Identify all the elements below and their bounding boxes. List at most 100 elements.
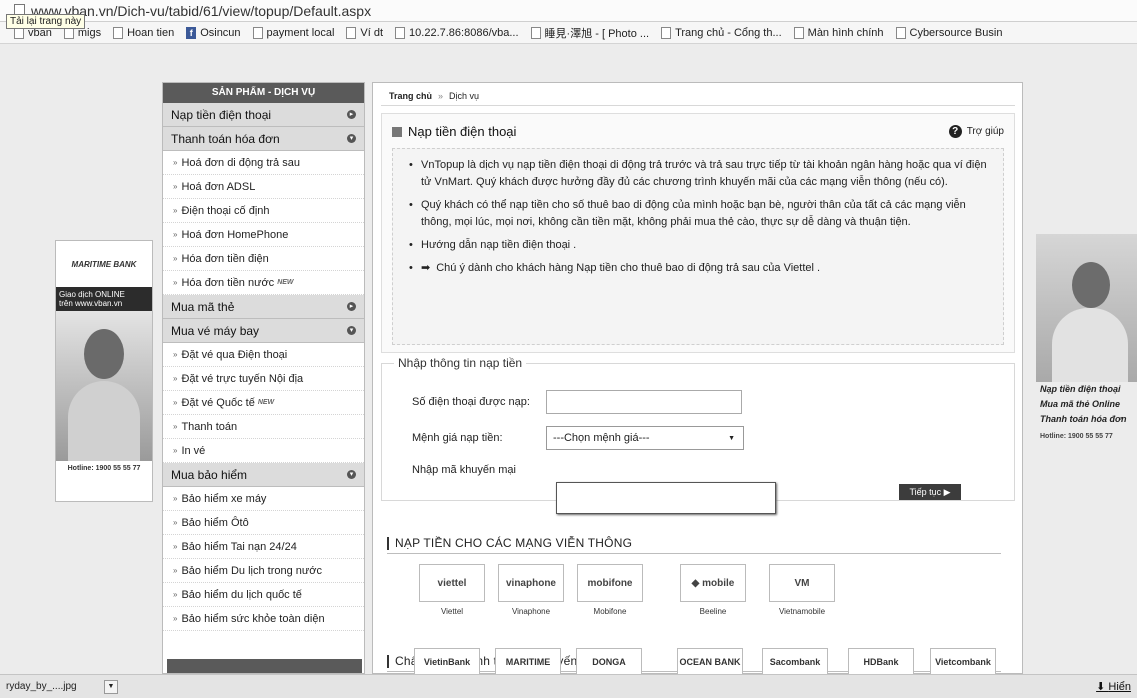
topup-form: Nhập thông tin nạp tiền Số điện thoại đư… [381, 356, 1015, 514]
arrow-icon: » [173, 158, 178, 167]
amount-select[interactable]: ---Chọn mệnh giá--- ▼ [546, 426, 744, 450]
bank-hdbank[interactable]: HDBank [848, 648, 914, 674]
carrier-beeline[interactable]: ◆ mobile [680, 564, 746, 602]
page-icon [252, 26, 263, 39]
sidebar-subitem[interactable]: » Thanh toán [163, 415, 364, 439]
viettel-note[interactable]: ➡Chú ý dành cho khách hàng Nạp tiền cho … [407, 260, 991, 277]
bookmark-item[interactable]: Cybersource Busin [895, 26, 1002, 39]
sidebar-subitem[interactable]: » Đặt vé trực tuyến Nội địa [163, 367, 364, 391]
carriers-heading: NẠP TIỀN CHO CÁC MẠNG VIỄN THÔNG [387, 536, 632, 550]
bookmark-item[interactable]: payment local [252, 26, 334, 39]
divider [381, 105, 1015, 106]
sidebar-subitem[interactable]: » Điện thoại cố định [163, 199, 364, 223]
bookmark-item[interactable]: Hoan tien [113, 26, 174, 39]
carrier-label: Vietnamobile [778, 607, 826, 616]
download-icon: ⬇ [1096, 681, 1109, 693]
arrow-icon: » [173, 494, 178, 503]
divider [387, 553, 1001, 554]
page-content: MARITIME BANK Giao dịch ONLINE trên www.… [0, 44, 1137, 674]
continue-button[interactable]: Tiếp tục ▶ [899, 484, 961, 500]
carrier-vietnamobile[interactable]: VM [769, 564, 835, 602]
arrow-icon: » [173, 278, 178, 287]
breadcrumb-home[interactable]: Trang chủ [389, 91, 432, 101]
arrow-icon: » [173, 566, 178, 575]
bank-donga[interactable]: DONGA [576, 648, 642, 674]
guide-link[interactable]: Hướng dẫn nạp tiền điện thoại . [407, 237, 991, 254]
help-link[interactable]: ? Trợ giúp [948, 125, 1004, 138]
sidebar-subitem[interactable]: » Đặt vé Quốc tế NEW [163, 391, 364, 415]
arrow-icon: » [173, 590, 178, 599]
maritime-bank-logo: MARITIME BANK [71, 259, 137, 269]
show-all-downloads-link[interactable]: ⬇ Hiển [1096, 680, 1131, 693]
sidebar-subitem[interactable]: » In vé [163, 439, 364, 463]
sidebar-subitem[interactable]: » Bảo hiểm du lịch quốc tế [163, 583, 364, 607]
carrier-label: Beeline [699, 607, 727, 616]
sidebar-subitem[interactable]: » Hoá đơn ADSL [163, 175, 364, 199]
carrier-label: Vinaphone [511, 607, 551, 616]
info-text: Quý khách có thể nạp tiền cho số thuê ba… [407, 197, 991, 231]
phone-input[interactable] [546, 390, 742, 414]
bookmark-item[interactable]: 睡見·澤旭 - [ Photo ... [530, 25, 649, 41]
main-content: Trang chủ » Dịch vụ Nạp tiền điện thoại … [372, 82, 1023, 674]
sidebar-item-card[interactable]: Mua mã thẻ ▸ [163, 295, 364, 319]
page-title: Nạp tiền điện thoại [392, 124, 516, 139]
bank-vietcombank[interactable]: Vietcombank [930, 648, 996, 674]
facebook-icon: f [186, 26, 197, 39]
download-item[interactable]: ryday_by_....jpg [0, 681, 104, 692]
sidebar-subitem[interactable]: » Hoá đơn HomePhone [163, 223, 364, 247]
sidebar-subitem[interactable]: » Bảo hiểm Ôtô [163, 511, 364, 535]
bookmark-item[interactable]: Màn hình chính [793, 26, 884, 39]
sidebar-subitem[interactable]: » Bảo hiểm sức khỏe toàn diện [163, 607, 364, 631]
left-banner-ad[interactable]: MARITIME BANK Giao dịch ONLINE trên www.… [55, 240, 153, 502]
promo-input[interactable] [556, 482, 776, 514]
reload-tooltip: Tải lại trang này [6, 14, 86, 29]
carrier-viettel[interactable]: viettel [419, 564, 485, 602]
sidebar-item-insurance[interactable]: Mua bảo hiểm ▾ [163, 463, 364, 487]
expand-icon: ▾ [347, 470, 356, 479]
arrow-icon: » [173, 182, 178, 191]
breadcrumb: Trang chủ » Dịch vụ [389, 91, 479, 101]
ad-photo [1036, 234, 1137, 382]
carrier-mobifone[interactable]: mobifone [577, 564, 643, 602]
bookmark-item[interactable]: 10.22.7.86:8086/vba... [395, 26, 519, 39]
sidebar-item-flight[interactable]: Mua vé máy bay ▾ [163, 319, 364, 343]
sidebar-item-bills[interactable]: Thanh toán hóa đơn ▾ [163, 127, 364, 151]
sidebar-subitem[interactable]: » Bảo hiểm Tai nạn 24/24 [163, 535, 364, 559]
sidebar-subitem[interactable]: » Bảo hiểm xe máy [163, 487, 364, 511]
address-bar[interactable]: www.vban.vn/Dich-vu/tabid/61/view/topup/… [0, 0, 1137, 22]
bank-maritime[interactable]: MARITIME [495, 648, 561, 674]
arrow-icon: » [173, 614, 178, 623]
sidebar-item-topup[interactable]: Nạp tiền điện thoại ▸ [163, 103, 364, 127]
download-bar: ryday_by_....jpg ▼ ⬇ Hiển [0, 674, 1137, 698]
sidebar-subitem[interactable]: » Hóa đơn tiền nước NEW [163, 271, 364, 295]
arrow-icon: » [173, 446, 178, 455]
ad-slogan: Giao dịch ONLINE trên www.vban.vn [56, 287, 152, 311]
sidebar-subitem[interactable]: » Hóa đơn tiền điện [163, 247, 364, 271]
bank-sacombank[interactable]: Sacombank [762, 648, 828, 674]
mobifone-logo: mobifone [587, 577, 633, 589]
chevron-down-icon: ▼ [728, 434, 735, 442]
page-icon [113, 26, 124, 39]
wallet-icon [346, 26, 357, 39]
bank-vietinbank[interactable]: VietinBank [414, 648, 480, 674]
bookmark-item[interactable]: f Osincun [186, 26, 241, 39]
site-icon [661, 26, 672, 39]
sidebar-subitem[interactable]: » Hoá đơn di động trả sau [163, 151, 364, 175]
bookmark-item[interactable]: Trang chủ - Cổng th... [661, 26, 782, 39]
sidebar-subitem[interactable]: » Đặt vé qua Điện thoại [163, 343, 364, 367]
new-badge: NEW [257, 399, 275, 406]
sidebar-subitem[interactable]: » Bảo hiểm Du lịch trong nước [163, 559, 364, 583]
ad-line: Thanh toán hóa đơn [1040, 414, 1127, 424]
vietnamobile-logo: VM [794, 577, 810, 589]
bank-oceanbank[interactable]: OCEAN BANK [677, 648, 743, 674]
ad-line: Nạp tiền điện thoại [1040, 384, 1121, 394]
bookmark-item[interactable]: Ví dt [346, 26, 383, 39]
right-banner-ad[interactable]: Nạp tiền điện thoại Mua mã thẻ Online Th… [1036, 234, 1137, 454]
arrow-icon: » [173, 422, 178, 431]
promo-label: Nhập mã khuyến mại [412, 464, 516, 476]
page-icon [395, 26, 406, 39]
carrier-vinaphone[interactable]: vinaphone [498, 564, 564, 602]
arrow-icon: » [173, 206, 178, 215]
breadcrumb-separator: » [438, 91, 444, 101]
chevron-down-icon[interactable]: ▼ [104, 679, 118, 694]
